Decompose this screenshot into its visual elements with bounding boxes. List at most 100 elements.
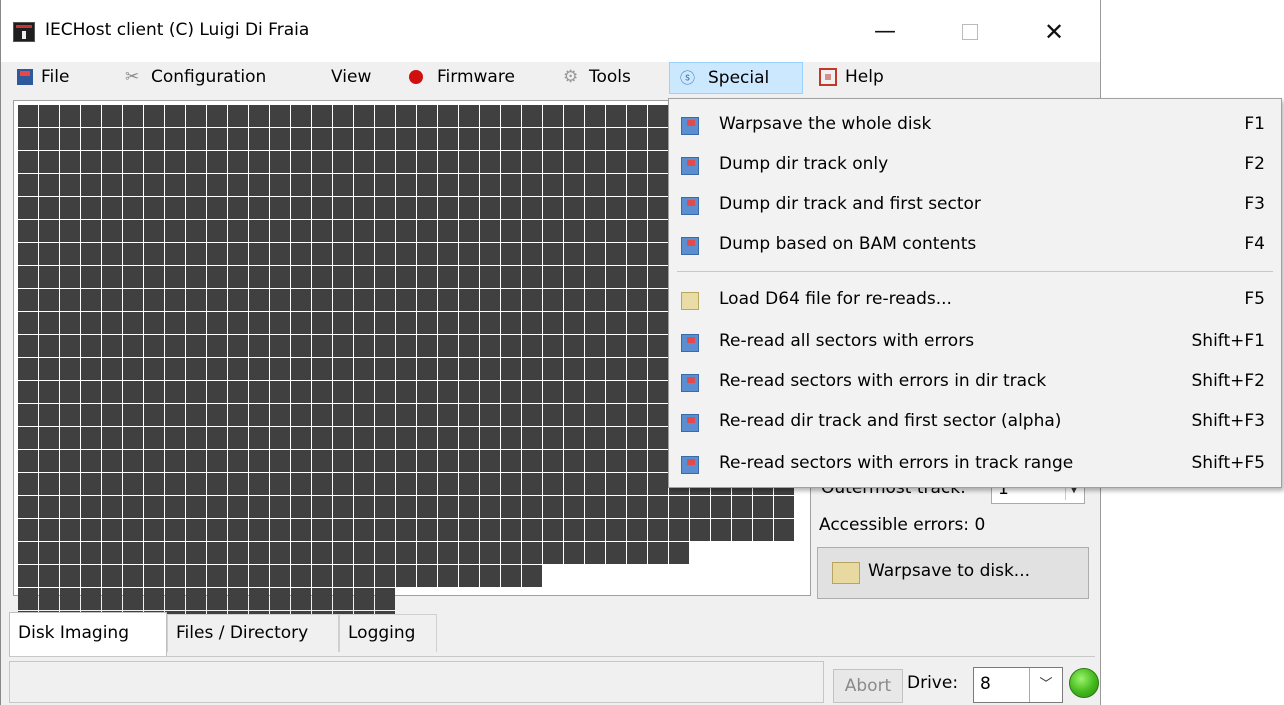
sector-cell xyxy=(291,496,311,518)
sector-cell xyxy=(207,197,227,219)
sector-cell xyxy=(585,542,605,564)
sector-cell xyxy=(39,335,59,357)
sector-cell xyxy=(669,496,689,518)
tab-files-directory[interactable]: Files / Directory xyxy=(167,614,339,652)
sector-cell xyxy=(249,335,269,357)
menu-firmware[interactable]: Firmware xyxy=(409,62,515,94)
menu-item-warpsave-whole-disk[interactable]: Warpsave the whole disk F1 xyxy=(669,106,1281,146)
maximize-button[interactable] xyxy=(941,10,999,54)
sector-cell xyxy=(165,266,185,288)
sector-cell xyxy=(270,266,290,288)
sector-cell xyxy=(501,519,521,541)
menu-bar: File ✂ Configuration View Firmware ⚙ Tools… xyxy=(1,62,1100,94)
menu-item-reread-all-errors[interactable]: Re-read all sectors with errors Shift+F1 xyxy=(669,323,1281,363)
menu-item-reread-dir-track-first-sector[interactable]: Re-read dir track and first sector (alph… xyxy=(669,403,1281,443)
sector-cell xyxy=(333,519,353,541)
sector-cell xyxy=(354,289,374,311)
sector-cell xyxy=(312,197,332,219)
sector-cell xyxy=(186,473,206,495)
disk-icon xyxy=(681,456,699,474)
close-button[interactable]: ✕ xyxy=(1025,10,1083,54)
sector-cell xyxy=(480,565,500,587)
sector-cell xyxy=(60,519,80,541)
sector-cell xyxy=(543,174,563,196)
abort-button[interactable]: Abort xyxy=(833,669,903,703)
sector-cell xyxy=(543,197,563,219)
sector-cell xyxy=(375,404,395,426)
sector-row xyxy=(18,496,795,518)
sector-cell xyxy=(585,427,605,449)
sector-cell xyxy=(18,243,38,265)
sector-cell xyxy=(270,496,290,518)
maximize-icon xyxy=(962,24,978,40)
sector-cell xyxy=(501,105,521,127)
menu-help[interactable]: Help xyxy=(819,62,884,94)
sector-cell xyxy=(270,174,290,196)
tab-disk-imaging[interactable]: Disk Imaging xyxy=(9,612,167,656)
sector-cell xyxy=(60,266,80,288)
sector-cell xyxy=(501,496,521,518)
sector-cell xyxy=(270,128,290,150)
sector-cell xyxy=(627,473,647,495)
sector-cell xyxy=(60,151,80,173)
sector-cell xyxy=(333,427,353,449)
sector-cell xyxy=(606,381,626,403)
tab-logging[interactable]: Logging xyxy=(339,614,437,652)
sector-cell xyxy=(228,335,248,357)
menu-view[interactable]: View xyxy=(331,62,371,94)
sector-cell xyxy=(627,358,647,380)
sector-cell xyxy=(648,473,668,495)
menu-item-dump-dir-track-first-sector[interactable]: Dump dir track and first sector F3 xyxy=(669,186,1281,226)
sector-cell xyxy=(249,496,269,518)
menu-item-reread-dir-track-errors[interactable]: Re-read sectors with errors in dir track… xyxy=(669,363,1281,403)
sector-cell xyxy=(18,105,38,127)
sector-cell xyxy=(627,128,647,150)
sector-cell xyxy=(270,220,290,242)
sector-cell xyxy=(648,519,668,541)
sector-cell xyxy=(18,335,38,357)
disk-icon xyxy=(681,237,699,255)
minimize-button[interactable]: — xyxy=(856,10,914,54)
status-led-icon xyxy=(1069,668,1099,698)
sector-cell xyxy=(123,312,143,334)
menu-item-load-d64[interactable]: Load D64 file for re-reads... F5 xyxy=(669,281,1281,321)
sector-cell xyxy=(165,312,185,334)
sector-cell xyxy=(18,427,38,449)
sector-cell xyxy=(648,381,668,403)
sector-cell xyxy=(165,473,185,495)
warpsave-to-disk-button[interactable]: Warpsave to disk... xyxy=(817,547,1089,599)
title-bar: IECHost client (C) Luigi Di Fraia — ✕ xyxy=(1,0,1100,62)
sector-cell xyxy=(186,358,206,380)
sector-cell xyxy=(396,450,416,472)
sector-cell xyxy=(165,335,185,357)
sector-cell xyxy=(81,381,101,403)
menu-configuration[interactable]: ✂ Configuration xyxy=(125,62,266,94)
sector-cell xyxy=(417,197,437,219)
sector-cell xyxy=(354,496,374,518)
sector-cell xyxy=(501,404,521,426)
sector-cell xyxy=(396,381,416,403)
sector-cell xyxy=(228,450,248,472)
sector-cell xyxy=(627,496,647,518)
sector-cell xyxy=(39,358,59,380)
menu-tools[interactable]: ⚙ Tools xyxy=(563,62,631,94)
sector-cell xyxy=(732,496,752,518)
sector-cell xyxy=(375,243,395,265)
menu-special[interactable]: ⓢ Special xyxy=(669,62,803,94)
sector-cell xyxy=(648,542,668,564)
menu-item-reread-track-range[interactable]: Re-read sectors with errors in track ran… xyxy=(669,445,1281,485)
sector-cell xyxy=(627,105,647,127)
sector-cell xyxy=(18,220,38,242)
sector-cell xyxy=(585,381,605,403)
sector-cell xyxy=(375,312,395,334)
sector-cell xyxy=(123,496,143,518)
sector-cell xyxy=(417,473,437,495)
menu-file[interactable]: File xyxy=(17,62,69,94)
sector-cell xyxy=(480,335,500,357)
menu-item-dump-dir-track[interactable]: Dump dir track only F2 xyxy=(669,146,1281,186)
sector-cell xyxy=(354,404,374,426)
menu-item-dump-bam[interactable]: Dump based on BAM contents F4 xyxy=(669,226,1281,266)
sector-cell xyxy=(522,312,542,334)
drive-select[interactable]: 8 ﹀ xyxy=(973,667,1063,703)
sector-cell xyxy=(18,128,38,150)
